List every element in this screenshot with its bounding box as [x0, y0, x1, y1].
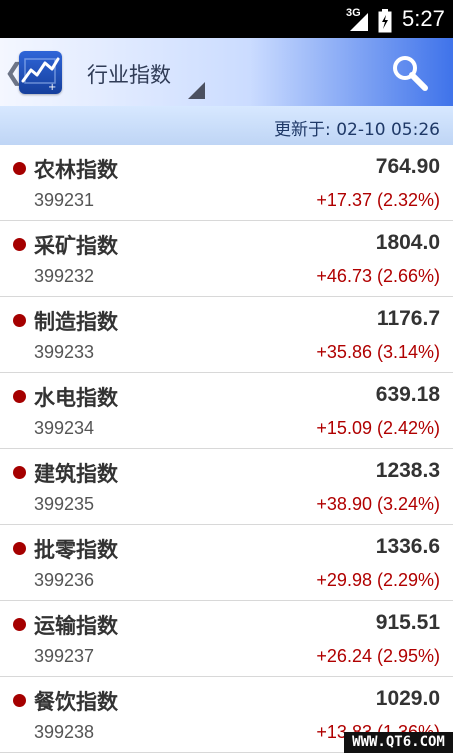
app-header: ❮ + 行业指数 [0, 38, 453, 106]
index-change: +17.37 (2.32%) [316, 190, 440, 210]
list-item[interactable]: 制造指数 399233 1176.7 +35.86 (3.14%) [0, 297, 453, 373]
index-change: +38.90 (3.24%) [316, 494, 440, 514]
index-change: +35.86 (3.14%) [316, 342, 440, 362]
index-list: 农林指数 399231 764.90 +17.37 (2.32%) 采矿指数 3… [0, 145, 453, 753]
index-value: 639.18 [375, 383, 440, 406]
status-time: 5:27 [402, 6, 445, 31]
list-item[interactable]: 水电指数 399234 639.18 +15.09 (2.42%) [0, 373, 453, 449]
index-name: 运输指数 [34, 614, 118, 638]
index-value: 1336.6 [375, 535, 440, 558]
status-dot-icon [13, 542, 26, 555]
status-bar: 3G 5:27 [0, 0, 453, 38]
status-dot-icon [13, 694, 26, 707]
status-dot-icon [13, 314, 26, 327]
index-change: +46.73 (2.66%) [316, 266, 440, 286]
index-code: 399235 [34, 494, 95, 514]
stock-chart-icon[interactable]: + [19, 51, 62, 94]
index-code: 399238 [34, 722, 95, 742]
status-dot-icon [13, 238, 26, 251]
status-dot-icon [13, 162, 26, 175]
status-dot-icon [13, 618, 26, 631]
index-code: 399231 [34, 190, 95, 210]
watermark: WWW.QT6.COM [344, 732, 453, 753]
list-item[interactable]: 批零指数 399236 1336.6 +29.98 (2.29%) [0, 525, 453, 601]
status-dot-icon [13, 466, 26, 479]
list-item[interactable]: 采矿指数 399232 1804.0 +46.73 (2.66%) [0, 221, 453, 297]
index-code: 399233 [34, 342, 95, 362]
battery-icon [378, 9, 392, 33]
triangle-dropdown-icon[interactable] [188, 82, 205, 99]
index-change: +15.09 (2.42%) [316, 418, 440, 438]
list-item[interactable]: 建筑指数 399235 1238.3 +38.90 (3.24%) [0, 449, 453, 525]
update-time: 更新于: 02-10 05:26 [274, 120, 440, 140]
index-code: 399236 [34, 570, 95, 590]
index-change: +26.24 (2.95%) [316, 646, 440, 666]
index-name: 制造指数 [34, 310, 118, 334]
index-change: +29.98 (2.29%) [316, 570, 440, 590]
index-name: 餐饮指数 [34, 690, 118, 714]
index-name: 采矿指数 [34, 234, 118, 258]
index-name: 批零指数 [34, 538, 118, 562]
index-value: 1238.3 [375, 459, 440, 482]
svg-text:+: + [48, 82, 56, 93]
index-name: 农林指数 [34, 158, 118, 182]
index-code: 399232 [34, 266, 95, 286]
index-name: 水电指数 [34, 386, 118, 410]
list-item[interactable]: 农林指数 399231 764.90 +17.37 (2.32%) [0, 145, 453, 221]
signal-icon [350, 13, 368, 31]
index-name: 建筑指数 [34, 462, 118, 486]
update-bar: 更新于: 02-10 05:26 [0, 106, 453, 146]
index-value: 1804.0 [375, 231, 440, 254]
status-dot-icon [13, 390, 26, 403]
index-value: 1029.0 [375, 687, 440, 710]
list-item[interactable]: 运输指数 399237 915.51 +26.24 (2.95%) [0, 601, 453, 677]
index-code: 399234 [34, 418, 95, 438]
index-value: 915.51 [375, 611, 440, 634]
page-title[interactable]: 行业指数 [87, 59, 171, 89]
index-value: 764.90 [375, 155, 440, 178]
search-icon[interactable] [387, 50, 433, 96]
index-code: 399237 [34, 646, 95, 666]
index-value: 1176.7 [376, 307, 440, 330]
